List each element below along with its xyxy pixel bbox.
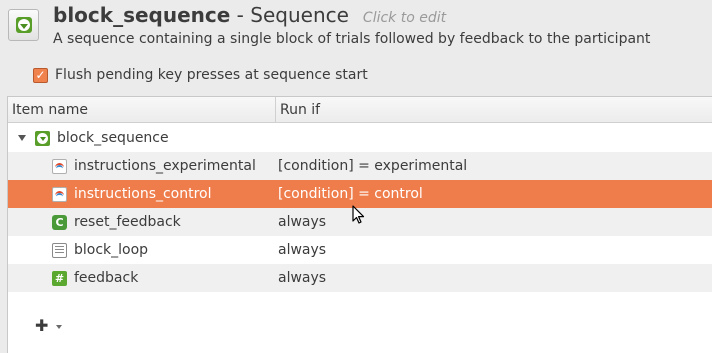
run-if-value[interactable]: [condition] = experimental — [278, 158, 467, 174]
flush-checkbox-label[interactable]: Flush pending key presses at sequence st… — [55, 67, 368, 83]
tree-row-block-loop[interactable]: block_loop always — [8, 236, 712, 264]
feedback-icon: # — [52, 270, 67, 286]
run-if-value[interactable]: always — [278, 214, 326, 230]
click-to-edit-hint[interactable]: Click to edit — [363, 10, 446, 26]
sketchpad-icon — [52, 186, 67, 202]
sketchpad-icon — [52, 158, 67, 174]
item-icon-button[interactable] — [8, 9, 39, 41]
mouse-cursor-icon — [352, 205, 365, 224]
flush-checkbox[interactable]: ✓ — [33, 67, 48, 83]
tree-row-block-sequence[interactable]: block_sequence — [8, 124, 712, 152]
item-name: feedback — [74, 270, 139, 286]
item-name: block_sequence — [57, 130, 169, 146]
item-name-label[interactable]: block_sequence — [53, 3, 230, 27]
sequence-icon — [35, 130, 50, 146]
run-if-value[interactable]: always — [278, 270, 326, 286]
column-header-run-if[interactable]: Run if — [276, 97, 712, 122]
sequence-icon — [15, 17, 32, 33]
plus-icon: ✚ — [35, 316, 49, 335]
tree-row-instructions-experimental[interactable]: instructions_experimental [condition] = … — [8, 152, 712, 180]
add-item-button[interactable]: ✚ — [35, 316, 63, 335]
item-type-label: Sequence — [250, 3, 349, 27]
chevron-down-icon[interactable] — [56, 325, 63, 329]
column-header-item-name[interactable]: Item name — [8, 97, 276, 122]
sequence-editor: block_sequence - Sequence Click to edit … — [0, 0, 712, 353]
tree-header: Item name Run if — [8, 97, 712, 123]
item-type-separator: - — [230, 3, 251, 27]
tree-row-feedback[interactable]: # feedback always — [8, 264, 712, 292]
item-name: instructions_experimental — [74, 158, 256, 174]
reset-feedback-icon: C — [52, 214, 67, 230]
item-name: instructions_control — [74, 186, 212, 202]
item-description[interactable]: A sequence containing a single block of … — [53, 31, 650, 47]
flush-keypresses-option[interactable]: ✓ Flush pending key presses at sequence … — [33, 66, 368, 84]
tree-row-instructions-control[interactable]: instructions_control [condition] = contr… — [8, 180, 712, 208]
run-if-value[interactable]: always — [278, 242, 326, 258]
item-name: reset_feedback — [74, 214, 181, 230]
item-title: block_sequence - Sequence Click to edit — [53, 3, 446, 33]
expand-arrow-icon[interactable] — [18, 135, 26, 141]
run-if-value[interactable]: [condition] = control — [278, 186, 423, 202]
item-name: block_loop — [74, 242, 149, 258]
loop-icon — [52, 242, 67, 258]
